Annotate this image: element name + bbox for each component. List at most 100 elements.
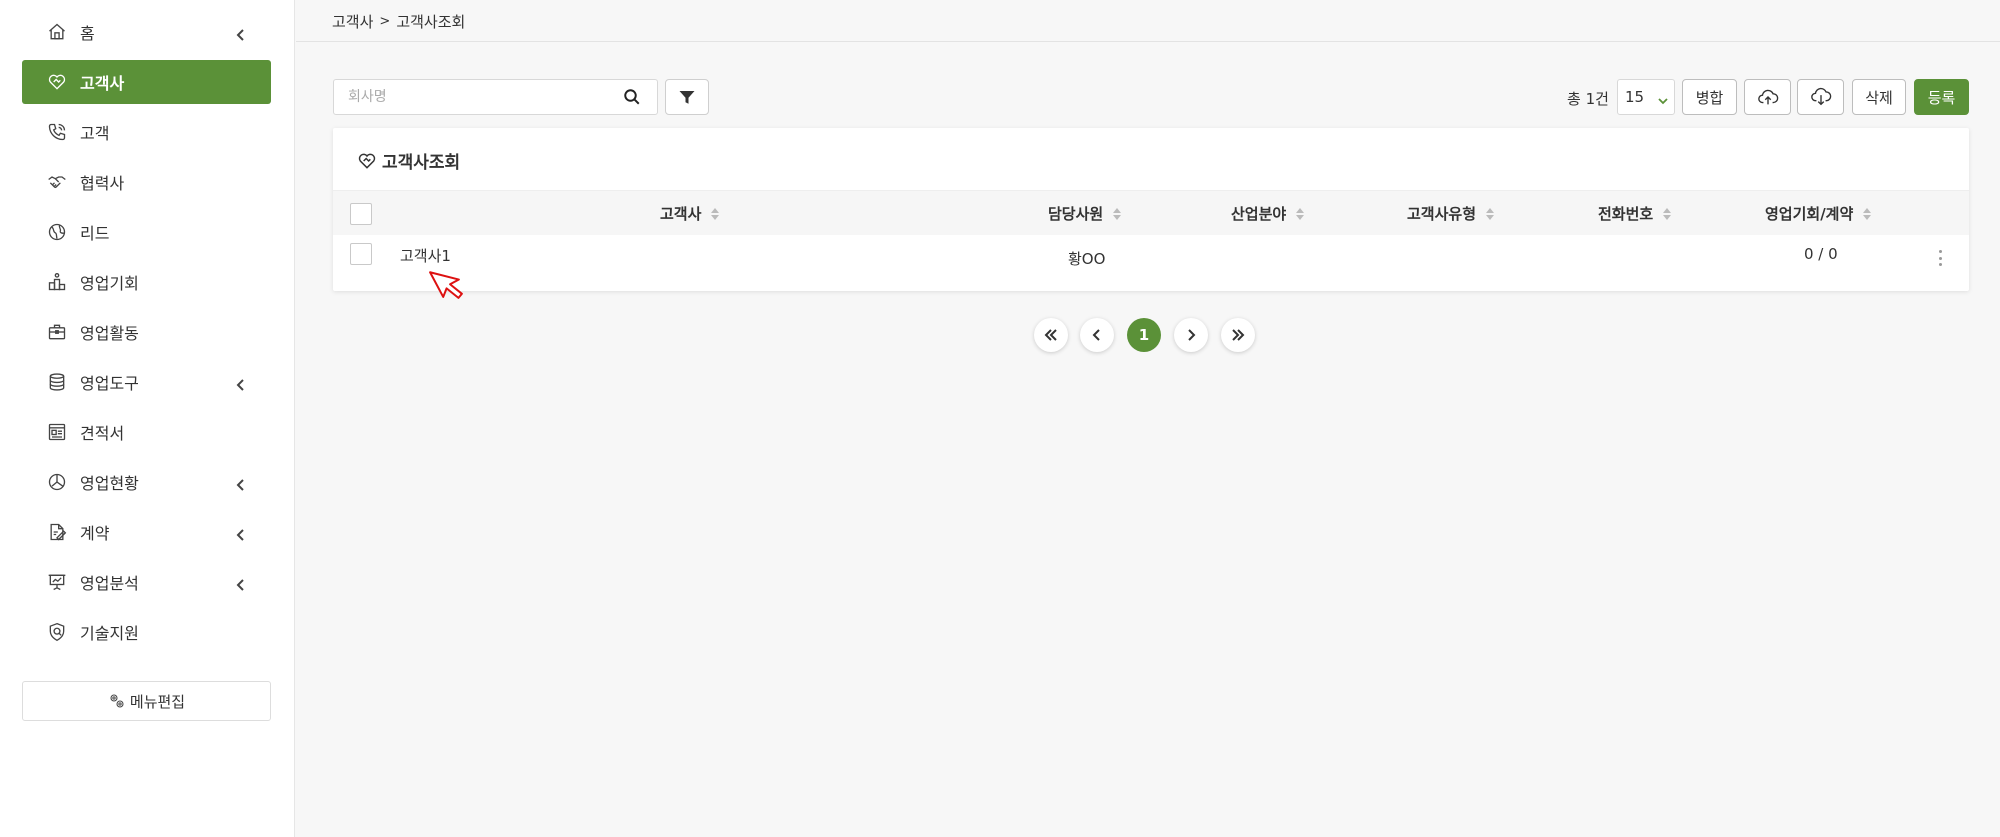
- breadcrumb: 고객사 > 고객사조회: [332, 11, 465, 32]
- sidebar-item-label: 영업분석: [80, 574, 139, 593]
- last-page-button[interactable]: [1221, 318, 1255, 352]
- sidebar-item-activity[interactable]: 영업활동: [22, 310, 271, 354]
- cloud-download-icon: [1810, 87, 1831, 106]
- double-chevron-right-icon: [1232, 329, 1245, 341]
- card-title-text: 고객사조회: [382, 153, 461, 173]
- menu-edit-label: 메뉴편집: [129, 692, 186, 711]
- sidebar-item-customer-company[interactable]: 고객사: [22, 60, 271, 104]
- column-header-phone[interactable]: 전화번호: [1598, 191, 1672, 236]
- download-button[interactable]: [1797, 79, 1844, 115]
- pie-chart-icon: [46, 471, 68, 493]
- merge-button[interactable]: 병합: [1682, 79, 1737, 115]
- sidebar-item-customer[interactable]: 고객: [22, 110, 271, 154]
- upload-button[interactable]: [1744, 79, 1791, 115]
- sidebar: 홈 고객사 고객 협력사 리드 영업기회 영업활동 영업도구 견적서 영업현황 …: [0, 0, 295, 837]
- sort-icon[interactable]: [711, 207, 720, 220]
- merge-button-label: 병합: [1695, 88, 1724, 107]
- more-options-icon[interactable]: [1937, 250, 1943, 266]
- next-page-button[interactable]: [1174, 318, 1208, 352]
- chevron-left-icon: [235, 526, 247, 541]
- search-box: [333, 79, 658, 115]
- sidebar-item-opportunity[interactable]: 영업기회: [22, 260, 271, 304]
- sidebar-item-contract[interactable]: 계약: [22, 510, 271, 554]
- column-header-company[interactable]: 고객사: [660, 191, 720, 236]
- handshake-icon: [46, 171, 68, 193]
- mouse-pointer-icon: [429, 271, 463, 299]
- sidebar-menu: 홈 고객사 고객 협력사 리드 영업기회 영업활동 영업도구 견적서 영업현황 …: [22, 10, 271, 660]
- manager-cell: 황OO: [1068, 250, 1106, 268]
- menu-edit-button[interactable]: 메뉴편집: [22, 681, 271, 721]
- chevron-left-icon: [235, 376, 247, 391]
- total-count: 총 1건: [1567, 90, 1609, 108]
- previous-page-button[interactable]: [1080, 318, 1114, 352]
- column-header-label: 고객사: [660, 205, 702, 223]
- table-row[interactable]: 고객사1 황OO 0 / 0: [333, 235, 1969, 283]
- chevron-right-icon: [1188, 329, 1196, 341]
- delete-button[interactable]: 삭제: [1852, 79, 1906, 115]
- sidebar-item-label: 견적서: [80, 424, 125, 443]
- column-header-type[interactable]: 고객사유형: [1407, 191, 1495, 236]
- table-header: 고객사 담당사원 산업분야 고객사유형 전화번호 영업기회/계약: [333, 190, 1969, 235]
- column-header-opportunity[interactable]: 영업기회/계약: [1765, 191, 1872, 236]
- column-header-label: 담당사원: [1048, 205, 1104, 223]
- page-number: 1: [1138, 326, 1150, 344]
- filter-button[interactable]: [665, 79, 709, 115]
- chevron-left-icon: [235, 26, 247, 41]
- sidebar-item-sales-status[interactable]: 영업현황: [22, 460, 271, 504]
- chevron-down-icon: [1658, 92, 1668, 105]
- globe-icon: [46, 221, 68, 243]
- sidebar-item-label: 홈: [80, 24, 95, 43]
- sort-icon[interactable]: [1486, 207, 1495, 220]
- sidebar-item-home[interactable]: 홈: [22, 10, 271, 54]
- column-header-label: 영업기회/계약: [1765, 205, 1854, 223]
- column-header-label: 산업분야: [1231, 205, 1287, 223]
- first-page-button[interactable]: [1034, 318, 1068, 352]
- sidebar-item-partner[interactable]: 협력사: [22, 160, 271, 204]
- sidebar-item-label: 리드: [80, 224, 110, 243]
- opportunity-cell: 0 / 0: [1804, 245, 1838, 263]
- sidebar-item-label: 영업기회: [80, 274, 139, 293]
- column-header-industry[interactable]: 산업분야: [1231, 191, 1305, 236]
- row-checkbox[interactable]: [350, 243, 372, 265]
- sidebar-item-label: 기술지원: [80, 624, 139, 643]
- column-header-label: 고객사유형: [1407, 205, 1477, 223]
- chevron-left-icon: [235, 476, 247, 491]
- sidebar-item-label: 영업도구: [80, 374, 139, 393]
- heart-handshake-icon: [358, 153, 376, 169]
- double-chevron-left-icon: [1044, 329, 1057, 341]
- sort-icon[interactable]: [1863, 207, 1872, 220]
- top-bar: 고객사 > 고객사조회: [296, 0, 2000, 42]
- select-all-checkbox[interactable]: [350, 203, 372, 225]
- breadcrumb-parent[interactable]: 고객사: [332, 11, 373, 32]
- register-button-label: 등록: [1927, 88, 1956, 107]
- register-button[interactable]: 등록: [1914, 79, 1969, 115]
- estimate-icon: [46, 421, 68, 443]
- sidebar-item-lead[interactable]: 리드: [22, 210, 271, 254]
- contract-icon: [46, 521, 68, 543]
- page-button-current[interactable]: 1: [1127, 318, 1161, 352]
- sort-icon[interactable]: [1663, 207, 1672, 220]
- sort-icon[interactable]: [1113, 207, 1122, 220]
- page-size-select[interactable]: 15: [1617, 79, 1675, 115]
- column-header-label: 전화번호: [1598, 205, 1654, 223]
- chevron-left-icon: [235, 576, 247, 591]
- support-icon: [46, 621, 68, 643]
- sidebar-item-label: 고객사: [80, 74, 125, 93]
- home-icon: [46, 21, 68, 43]
- customer-company-card: 고객사조회 고객사 담당사원 산업분야 고객사유형 전화번호 영업기회/계약 고…: [333, 128, 1969, 291]
- breadcrumb-separator: >: [379, 14, 391, 29]
- sidebar-item-tech-support[interactable]: 기술지원: [22, 610, 271, 654]
- page-size-value: 15: [1625, 88, 1645, 106]
- briefcase-icon: [46, 321, 68, 343]
- sidebar-item-sales-tools[interactable]: 영업도구: [22, 360, 271, 404]
- sidebar-item-sales-analysis[interactable]: 영업분석: [22, 560, 271, 604]
- search-input[interactable]: [334, 80, 604, 114]
- sort-icon[interactable]: [1296, 207, 1305, 220]
- filter-icon: [679, 91, 695, 104]
- search-icon[interactable]: [623, 88, 641, 106]
- sidebar-item-label: 영업활동: [80, 324, 139, 343]
- delete-button-label: 삭제: [1865, 88, 1893, 107]
- column-header-manager[interactable]: 담당사원: [1048, 191, 1122, 236]
- podium-icon: [46, 271, 68, 293]
- sidebar-item-estimate[interactable]: 견적서: [22, 410, 271, 454]
